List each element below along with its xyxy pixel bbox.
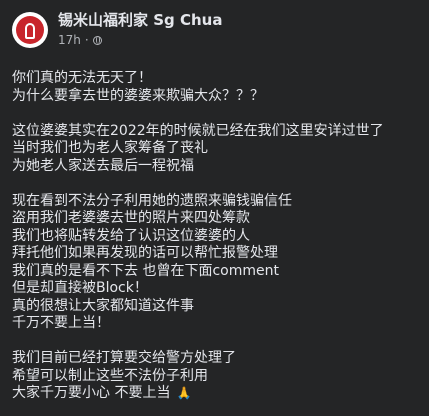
post-line: 为什么要拿去世的婆婆来欺骗大众？？？ (12, 87, 264, 104)
post-subline: 17h · (58, 33, 222, 48)
post-line: 但是却直接被Block！ (12, 280, 148, 296)
avatar-logo-accent (36, 26, 40, 36)
post-paragraph-3: 现在看到不法分子利用她的遗照来骗钱骗信任 盗用我们老婆婆去世的照片来四处筹款 我… (12, 193, 417, 333)
post-line-text: 大家千万要小心 不要上当 (12, 385, 171, 401)
post-line: 我们目前已经打算要交给警方处理了 (12, 350, 236, 366)
post-paragraph-2: 这位婆婆其实在2022年的时候就已经在我们这里安详过世了 当时我们也为老人家筹备… (12, 123, 417, 176)
post-line: 希望可以制止这些不法份子利用 (12, 367, 208, 384)
globe-icon[interactable] (92, 36, 102, 45)
post-body: 你们真的无法无天了！ 为什么要拿去世的婆婆来欺骗大众？？？ 这位婆婆其实在202… (12, 70, 417, 403)
meta-separator: · (84, 33, 89, 47)
post-meta: 锡米山福利家 Sg Chua 17h · (58, 10, 222, 48)
avatar-logo-mark (25, 23, 35, 39)
post-line: 当时我们也为老人家筹备了丧礼 (12, 140, 208, 156)
post-line: 拜托他们如果再发现的话可以帮忙报警处理 (12, 245, 278, 261)
post-timestamp[interactable]: 17h (58, 33, 81, 48)
post-line: 盗用我们老婆婆去世的照片来四处筹款 (12, 210, 250, 226)
post-line: 千万不要上当！ (12, 315, 110, 331)
post-line: 我们也将贴转发给了认识这位婆婆的人 (12, 227, 250, 244)
post-paragraph-4: 我们目前已经打算要交给警方处理了 希望可以制止这些不法份子利用 大家千万要小心 … (12, 350, 417, 403)
page-avatar[interactable] (12, 12, 48, 48)
post-line: 大家千万要小心 不要上当 🙏 (12, 385, 417, 403)
facebook-post: 锡米山福利家 Sg Chua 17h · 你们真的无法无天了！ 为什么要拿去世的… (0, 0, 429, 416)
page-name-link[interactable]: 锡米山福利家 Sg Chua (58, 11, 222, 30)
post-line: 为她老人家送去最后一程祝福 (12, 157, 194, 174)
post-line: 现在看到不法分子利用她的遗照来骗钱骗信任 (12, 192, 292, 209)
post-line: 我们真的是看不下去 也曾在下面comment (12, 262, 279, 279)
post-line: 你们真的无法无天了！ (12, 70, 152, 86)
avatar-logo (16, 16, 44, 44)
post-line: 真的很想让大家都知道这件事 (12, 297, 194, 314)
post-header: 锡米山福利家 Sg Chua 17h · (12, 10, 417, 56)
post-paragraph-1: 你们真的无法无天了！ 为什么要拿去世的婆婆来欺骗大众？？？ (12, 70, 417, 105)
folded-hands-emoji-icon: 🙏 (176, 386, 192, 400)
post-line: 这位婆婆其实在2022年的时候就已经在我们这里安详过世了 (12, 122, 384, 139)
